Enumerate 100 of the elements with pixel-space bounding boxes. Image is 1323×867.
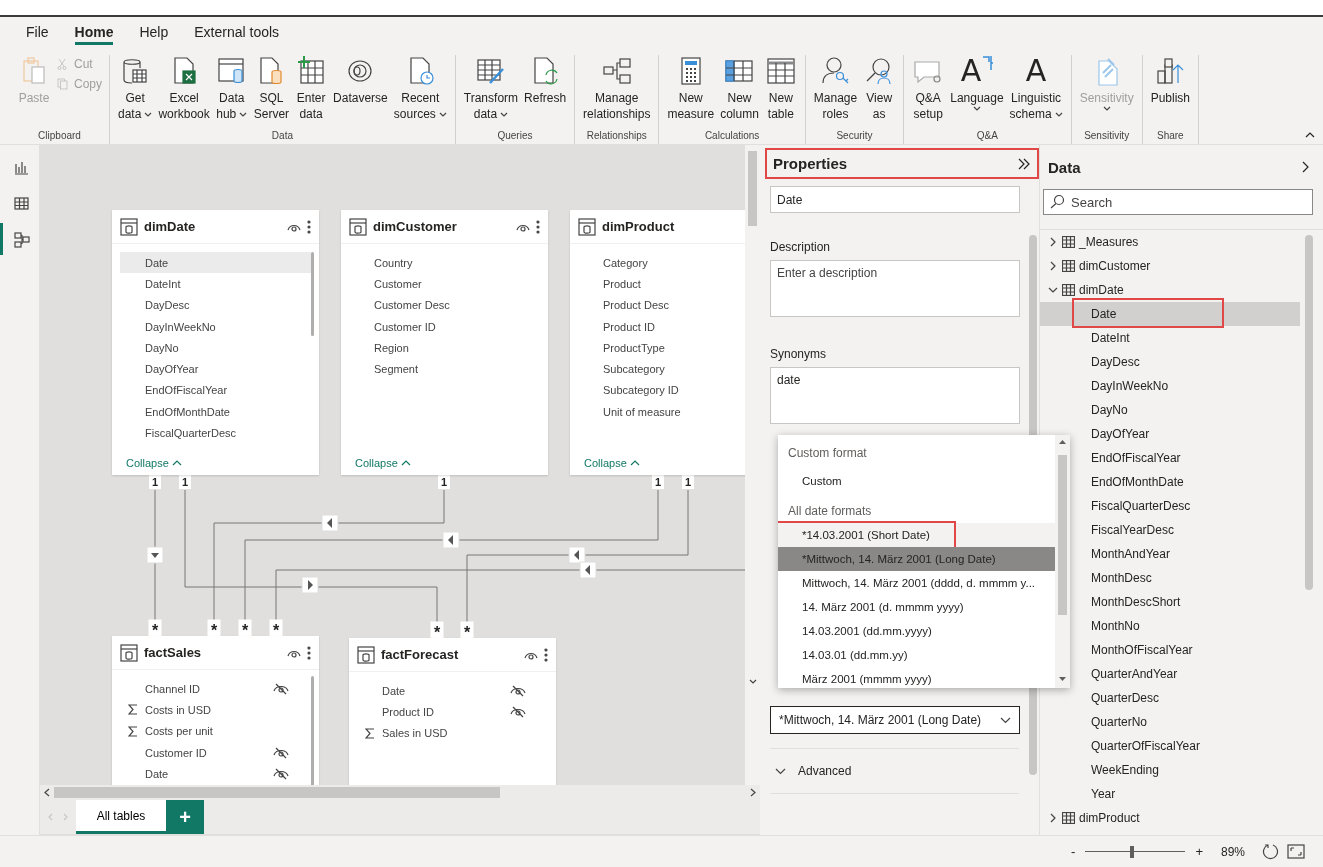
field-name: Subcategory ID [603, 384, 680, 397]
connector-line[interactable] [184, 586, 438, 588]
tree-field[interactable]: DayNo [1040, 398, 1300, 422]
table-field[interactable]: Costs in USD [120, 699, 311, 721]
search-field[interactable]: Search [1043, 189, 1313, 215]
table-field[interactable]: Date [120, 763, 311, 785]
field-name: Product Desc [603, 299, 671, 312]
table-field[interactable]: Sales in USD [357, 722, 548, 744]
table-field[interactable]: EndOfFiscalYear [120, 379, 311, 402]
tree-table[interactable]: dimCustomer [1040, 254, 1300, 278]
table-field[interactable]: Subcategory [578, 358, 760, 380]
tree-field[interactable]: DayDesc [1040, 350, 1300, 374]
table-field[interactable]: DayOfYear [120, 358, 311, 380]
table-field[interactable]: Costs per unit [120, 720, 311, 742]
ribbon-button[interactable]: SQL Server [250, 55, 293, 122]
collapse-link[interactable]: Collapse [584, 457, 640, 469]
chevron-up-icon [400, 460, 411, 466]
table-field[interactable]: DayDesc [120, 294, 311, 316]
table-field[interactable]: DateInt [120, 273, 311, 295]
table-field[interactable]: Customer Desc [349, 294, 540, 316]
tree-field[interactable]: DayOfYear [1040, 422, 1300, 446]
tree-field[interactable]: DateInt [1040, 326, 1300, 350]
table-field[interactable]: Product [578, 273, 760, 295]
table-field[interactable]: Product ID [578, 315, 760, 338]
scrollbar-thumb[interactable] [54, 787, 500, 798]
ribbon-button[interactable]: Get data [115, 55, 156, 122]
ribbon-button[interactable]: Excel workbook [155, 55, 213, 122]
tree-field[interactable]: Year [1040, 782, 1300, 806]
table-field[interactable]: Segment [349, 358, 540, 380]
tree-field[interactable]: QuarterDesc [1040, 686, 1300, 710]
tree-field[interactable]: FiscalQuarterDesc [1040, 494, 1300, 518]
ribbon-button[interactable]: A Linguistic schema [1006, 55, 1066, 122]
add-page-button[interactable]: + [166, 800, 204, 834]
table-field[interactable]: FiscalQuarterDesc [120, 422, 311, 444]
tree-field[interactable]: EndOfFiscalYear [1040, 446, 1300, 470]
ribbon-button[interactable]: Manage relationships [580, 55, 654, 122]
menu-tab[interactable]: File [16, 17, 59, 47]
tree-field[interactable]: QuarterOfFiscalYear [1040, 734, 1300, 758]
tree-field[interactable]: DayInWeekNo [1040, 374, 1300, 398]
table-field[interactable]: DayNo [120, 337, 311, 359]
ribbon-button[interactable]: View as [860, 55, 899, 122]
ribbon-button[interactable]: Recent sources [390, 55, 450, 122]
tree-field[interactable]: WeekEnding [1040, 758, 1300, 782]
ribbon-button[interactable]: Dataverse [330, 55, 391, 106]
table-field[interactable]: Category [578, 252, 760, 274]
connector-line[interactable] [466, 554, 689, 556]
table-icon [120, 217, 138, 236]
table-field[interactable]: EndOfMonthDate [120, 401, 311, 423]
table-field[interactable]: Customer [349, 273, 540, 295]
format-option[interactable]: März 2001 (mmmm yyyy) [778, 667, 1055, 688]
menu-tab[interactable]: Home [64, 17, 124, 47]
table-field[interactable]: Region [349, 337, 540, 359]
zoom-out-button[interactable]: - [1069, 844, 1078, 859]
ribbon-button[interactable]: Transform data [460, 55, 522, 122]
table-field[interactable]: Subcategory ID [578, 379, 760, 402]
table-field[interactable]: Product Desc [578, 294, 760, 316]
ribbon-button[interactable]: Data hub [212, 55, 251, 122]
ribbon-button[interactable]: New measure [664, 55, 718, 122]
table-field[interactable]: Customer ID [349, 315, 540, 338]
table-field[interactable]: ProductType [578, 337, 760, 359]
ribbon-button[interactable]: New column [717, 55, 762, 122]
table-field[interactable]: Customer ID [120, 741, 311, 764]
cardinality-label: * [460, 621, 474, 639]
ribbon-button[interactable]: New table [761, 55, 800, 122]
advanced-section[interactable]: Advanced [770, 749, 857, 793]
zoom-in-button[interactable]: + [1193, 844, 1205, 859]
ribbon-button[interactable]: Enter data [292, 55, 331, 122]
table-field[interactable]: Date [357, 680, 548, 702]
table-field[interactable]: Channel ID [120, 678, 311, 700]
table-field[interactable]: Date [120, 252, 311, 274]
table-field[interactable]: DayInWeekNo [120, 315, 311, 338]
ribbon-button[interactable]: A Language [947, 55, 1007, 112]
ribbon-button[interactable]: Publish [1147, 55, 1193, 106]
tree-field[interactable]: QuarterNo [1040, 710, 1300, 734]
table-field[interactable]: Unit of measure [578, 401, 760, 423]
group-label: Calculations [704, 130, 760, 143]
ribbon-button[interactable]: Manage roles [810, 55, 861, 122]
collapse-link[interactable]: Collapse [355, 457, 411, 469]
synonyms-field[interactable]: date [770, 367, 1020, 424]
table-field[interactable]: Country [349, 252, 540, 274]
menu-tab[interactable]: External tools [184, 17, 290, 47]
scrollbar-thumb[interactable] [1058, 455, 1067, 615]
name-field[interactable]: Date [770, 186, 1020, 213]
ribbon-button[interactable]: Q&A setup [909, 55, 948, 122]
menu-tab[interactable]: Help [129, 17, 179, 47]
description-field[interactable]: Enter a description [770, 260, 1020, 317]
ribbon-button[interactable]: Refresh [521, 55, 570, 106]
tree-table[interactable]: dimDate [1040, 278, 1300, 302]
collapse-link[interactable]: Collapse [126, 457, 182, 469]
connector-line[interactable] [154, 489, 156, 621]
format-option[interactable]: *14.03.2001 (Short Date) [778, 523, 1055, 547]
field-name: Product [603, 277, 642, 290]
page-tab[interactable]: All tables [76, 800, 166, 834]
tree-table[interactable]: dimProduct [1040, 806, 1300, 830]
tree-table[interactable]: _Measures [1040, 230, 1300, 254]
table-field[interactable]: Product ID [357, 701, 548, 723]
format-dropdown[interactable]: *Mittwoch, 14. März 2001 (Long Date) [770, 706, 1020, 734]
slider-thumb[interactable] [1130, 845, 1135, 858]
format-option[interactable]: *Mittwoch, 14. März 2001 (Long Date) [778, 547, 1055, 571]
scrollbar-thumb[interactable] [748, 151, 757, 226]
